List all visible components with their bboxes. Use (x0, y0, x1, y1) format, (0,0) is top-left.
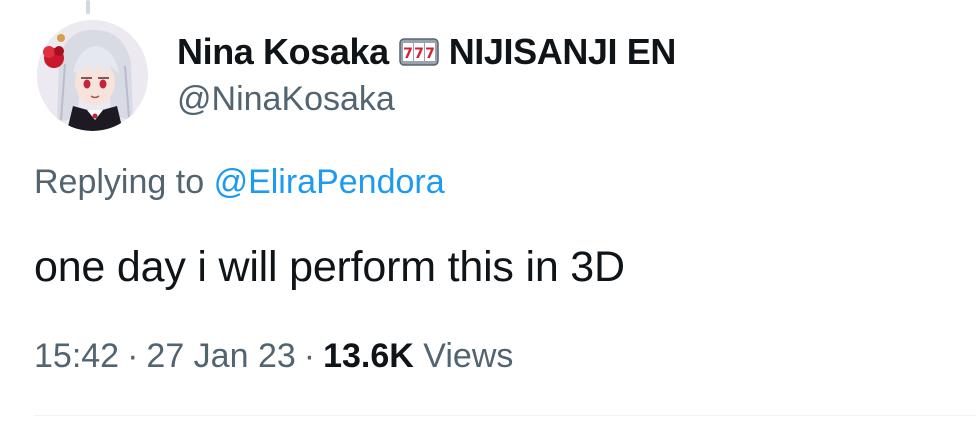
tweet-text: one day i will perform this in 3D (34, 243, 625, 291)
thread-connector-line (86, 0, 90, 14)
avatar-image (37, 20, 148, 131)
views-label: Views (423, 337, 514, 375)
replying-to-label: Replying to (34, 163, 205, 201)
tweet-time[interactable]: 15:42 (34, 337, 119, 375)
svg-text:7: 7 (425, 46, 435, 62)
tweet-date[interactable]: 27 Jan 23 (146, 337, 295, 375)
svg-text:7: 7 (403, 46, 413, 62)
author-display-name[interactable]: Nina Kosaka (177, 31, 389, 73)
divider (34, 415, 976, 416)
replying-to-line: Replying to @EliraPendora (34, 163, 445, 202)
author-handle[interactable]: @NinaKosaka (177, 80, 395, 119)
svg-text:7: 7 (414, 46, 424, 62)
tweet-meta: 15:42 · 27 Jan 23 · 13.6K Views (34, 337, 513, 376)
meta-separator: · (303, 337, 316, 375)
avatar[interactable] (37, 20, 148, 131)
slot-machine-icon: 7 7 7 (398, 37, 439, 67)
views-count: 13.6K (323, 337, 414, 375)
author-affiliation: NIJISANJI EN (448, 31, 677, 72)
meta-separator: · (127, 337, 139, 375)
author-name-row: Nina Kosaka 7 7 7 NIJISANJI EN (177, 29, 676, 75)
reply-mention-link[interactable]: @EliraPendora (214, 163, 445, 201)
